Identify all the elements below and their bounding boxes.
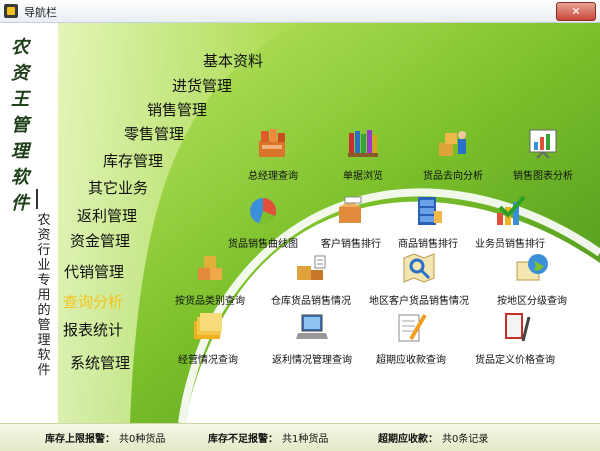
- tagline: 农 资 行 业 专 用 的 管 理 软 件: [36, 213, 52, 378]
- status-label: 库存不足报警：: [208, 434, 278, 445]
- logo-char: 王: [11, 89, 29, 110]
- bookshelf-icon: [348, 130, 378, 157]
- menu-item-basic-data[interactable]: 基本资料: [203, 50, 263, 71]
- menu-item-rebate[interactable]: 返利管理: [77, 205, 137, 226]
- tagline-char: 资: [37, 228, 51, 243]
- tagline-char: 农: [37, 213, 51, 228]
- status-value: 共0种货品: [119, 434, 166, 445]
- book-pen-icon: [505, 313, 531, 342]
- func-label: 返利情况管理查询: [272, 355, 352, 366]
- globe-map-icon: [516, 254, 548, 281]
- tagline-char: 用: [37, 288, 51, 303]
- tagline-char: 行: [37, 243, 51, 258]
- func-query-by-category[interactable]: 按货品类别查询: [155, 250, 265, 308]
- func-label: 销售图表分析: [513, 171, 573, 182]
- stacked-boxes-icon: [198, 256, 222, 280]
- title-bar: 导航栏 ✕: [0, 0, 600, 23]
- func-label: 超期应收款查询: [376, 355, 446, 366]
- func-warehouse-sales[interactable]: 仓库货品销售情况: [256, 250, 366, 308]
- menu-item-funds[interactable]: 资金管理: [70, 230, 130, 251]
- boxes-person-icon: [439, 131, 466, 156]
- menu-item-inventory[interactable]: 库存管理: [103, 150, 163, 171]
- notepad-pencil-icon: [398, 313, 427, 342]
- status-bar: 库存上限报警： 共0种货品 库存不足报警： 共1种货品 超期应收款： 共0条记录: [0, 423, 600, 451]
- func-label: 总经理查询: [248, 171, 298, 182]
- menu-item-purchase[interactable]: 进货管理: [172, 75, 232, 96]
- logo-char: 农: [11, 37, 29, 58]
- status-overdue-receivable: 超期应收款： 共0条记录: [378, 430, 488, 445]
- func-label: 货品销售曲线图: [228, 239, 298, 250]
- func-label: 按地区分级查询: [497, 296, 567, 307]
- func-region-customer-sales[interactable]: 地区客户货品销售情况: [364, 250, 474, 308]
- func-label: 单据浏览: [343, 171, 383, 182]
- menu-item-other-business[interactable]: 其它业务: [88, 177, 148, 198]
- tagline-char: 业: [37, 258, 51, 273]
- tagline-char: 件: [37, 363, 51, 378]
- tagline-char: 软: [37, 348, 51, 363]
- menu-item-query-analysis[interactable]: 查询分析: [63, 291, 123, 312]
- menu-item-sales[interactable]: 销售管理: [147, 99, 207, 120]
- status-value: 共1种货品: [282, 434, 329, 445]
- chart-board-icon: [529, 129, 557, 159]
- app-icon: [4, 4, 18, 18]
- func-label: 货品定义价格查询: [475, 355, 555, 366]
- warehouse-boxes-icon: [297, 255, 326, 280]
- books-drawer-icon: [259, 129, 285, 157]
- menu-item-retail[interactable]: 零售管理: [124, 123, 184, 144]
- func-salesperson-ranking[interactable]: 业务员销售排行: [455, 193, 565, 251]
- func-label: 仓库货品销售情况: [271, 296, 351, 307]
- status-stock-low-alert: 库存不足报警： 共1种货品: [208, 430, 328, 445]
- status-label: 库存上限报警：: [45, 434, 115, 445]
- pie-chart-icon: [250, 198, 276, 225]
- logo-char: 资: [11, 63, 29, 84]
- func-goods-price-query[interactable]: 货品定义价格查询: [460, 309, 570, 367]
- logo-divider: [36, 189, 38, 209]
- window-title: 导航栏: [24, 6, 57, 19]
- func-operation-query[interactable]: 经营情况查询: [153, 309, 263, 367]
- logo-char: 管: [11, 115, 29, 136]
- logo-char: 理: [11, 141, 29, 162]
- navigation-panel: 农 资 王 管 理 软 件 农 资 行 业 专 用 的 管 理 软 件 基本资料…: [0, 23, 600, 423]
- folder-stack-icon: [194, 313, 222, 339]
- tagline-char: 理: [37, 333, 51, 348]
- menu-item-consignment[interactable]: 代销管理: [64, 261, 124, 282]
- cabinet-icon: [418, 197, 442, 225]
- bar-check-icon: [497, 195, 526, 225]
- logo-char: 软: [11, 167, 29, 188]
- menu-item-reports[interactable]: 报表统计: [63, 319, 123, 340]
- func-label: 货品去向分析: [423, 171, 483, 182]
- tagline-char: 专: [37, 273, 51, 288]
- func-label: 经营情况查询: [178, 355, 238, 366]
- logo-char: 件: [11, 193, 29, 214]
- status-label: 超期应收款：: [378, 434, 438, 445]
- func-sales-chart-analysis[interactable]: 销售图表分析: [488, 125, 598, 183]
- tagline-char: 管: [37, 318, 51, 333]
- close-button[interactable]: ✕: [556, 2, 596, 21]
- status-value: 共0条记录: [442, 434, 489, 445]
- func-label: 客户销售排行: [321, 239, 381, 250]
- menu-item-system[interactable]: 系统管理: [70, 352, 130, 373]
- map-magnifier-icon: [403, 253, 435, 283]
- logo: 农 资 王 管 理 软 件: [8, 35, 32, 217]
- func-label: 商品销售排行: [398, 239, 458, 250]
- func-overdue-receivable-query[interactable]: 超期应收款查询: [356, 309, 466, 367]
- box-list-icon: [339, 196, 362, 223]
- laptop-icon: [296, 314, 328, 339]
- func-query-by-region[interactable]: 按地区分级查询: [477, 250, 587, 308]
- status-stock-upper-alert: 库存上限报警： 共0种货品: [45, 430, 165, 445]
- func-label: 按货品类别查询: [175, 296, 245, 307]
- func-rebate-query[interactable]: 返利情况管理查询: [257, 309, 367, 367]
- func-label: 地区客户货品销售情况: [369, 296, 469, 307]
- tagline-char: 的: [37, 303, 51, 318]
- func-label: 业务员销售排行: [475, 239, 545, 250]
